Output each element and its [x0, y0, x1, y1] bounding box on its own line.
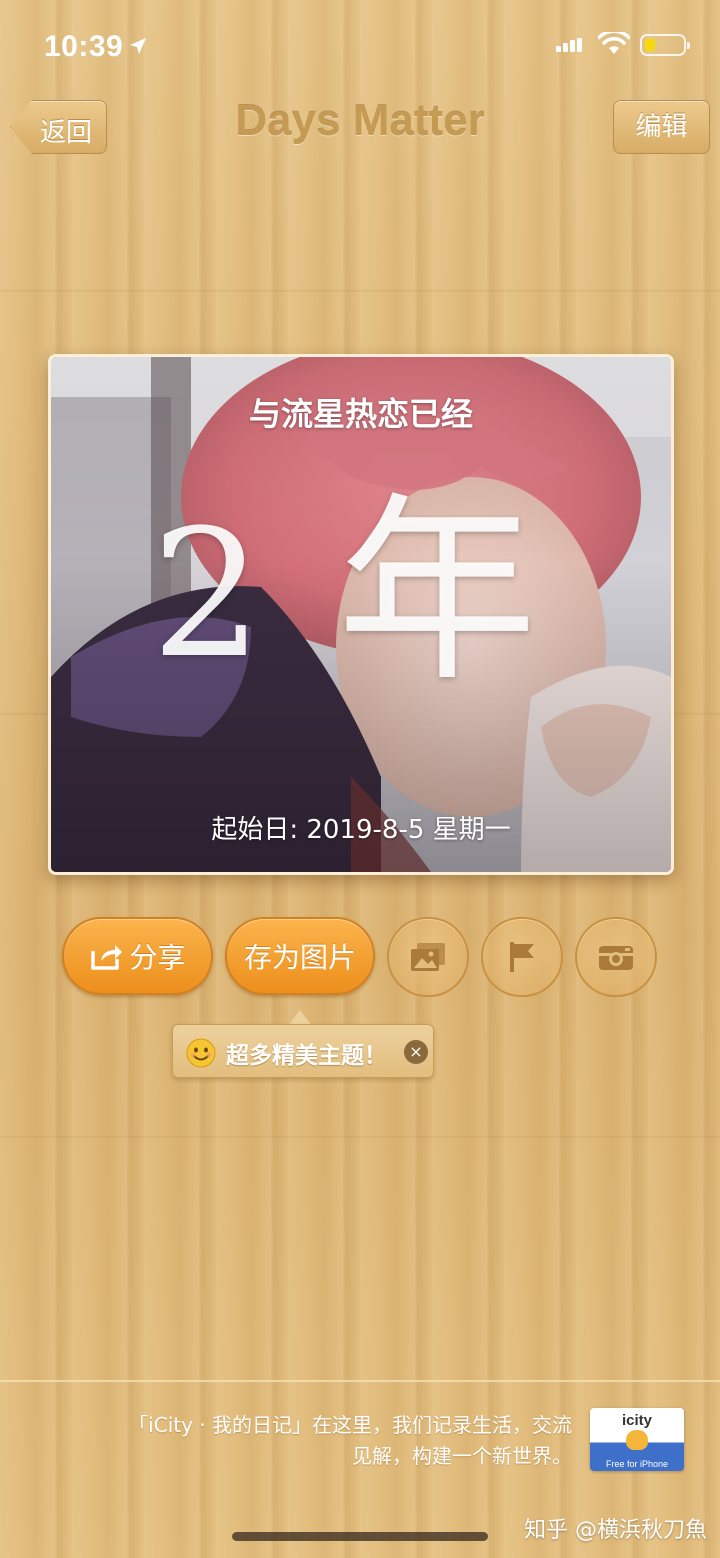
status-bar: 10:39 — [0, 0, 720, 90]
location-arrow-icon — [130, 38, 146, 54]
wifi-icon — [598, 32, 630, 54]
share-button[interactable]: 分享 — [62, 917, 213, 995]
share-icon — [91, 945, 123, 970]
tooltip-text: 超多精美主题！ — [226, 1043, 387, 1069]
camera-icon — [599, 946, 633, 970]
share-button-label: 分享 — [129, 941, 186, 974]
flag-icon — [510, 942, 534, 972]
home-indicator[interactable] — [232, 1532, 488, 1541]
gallery-icon — [411, 943, 445, 971]
elapsed-unit: 年 — [337, 476, 538, 709]
banner-ad-text[interactable]: 「iCity · 我的日记」在这里，我们记录生活，交流 见解，构建一个新世界。 — [52, 1410, 572, 1472]
banner-app-icon[interactable]: icity Free for iPhone — [590, 1408, 684, 1471]
start-date: 起始日: 2019-8-5 星期一 — [211, 815, 511, 845]
close-icon[interactable]: × — [404, 1040, 428, 1064]
status-time: 10:39 — [44, 30, 124, 63]
camera-button[interactable] — [575, 917, 657, 997]
cat-mascot-icon — [626, 1430, 648, 1450]
edit-button[interactable]: 编辑 — [613, 100, 710, 154]
save-image-label: 存为图片 — [243, 941, 356, 974]
banner-app-sub: Free for iPhone — [605, 1459, 669, 1469]
watermark: 知乎 @横浜秋刀魚 — [524, 1518, 707, 1543]
battery-icon — [640, 34, 690, 56]
elapsed-number: 2 — [151, 492, 263, 697]
event-title: 与流星热恋已经 — [248, 395, 473, 433]
banner-line-1: 「iCity · 我的日记」在这里，我们记录生活，交流 — [128, 1413, 572, 1437]
cellular-signal-icon — [556, 38, 584, 52]
save-image-button[interactable]: 存为图片 — [225, 917, 375, 995]
banner-line-2: 见解，构建一个新世界。 — [352, 1444, 572, 1468]
banner-divider — [0, 1380, 720, 1382]
event-card: 与流星热恋已经 2 年 起始日: 2019-8-5 星期一 — [48, 354, 674, 875]
change-background-button[interactable] — [387, 917, 469, 997]
smile-emoji-icon — [186, 1038, 216, 1068]
banner-app-name: icity — [621, 1412, 652, 1429]
page-title: Days Matter — [235, 96, 485, 145]
flag-button[interactable] — [481, 917, 563, 997]
